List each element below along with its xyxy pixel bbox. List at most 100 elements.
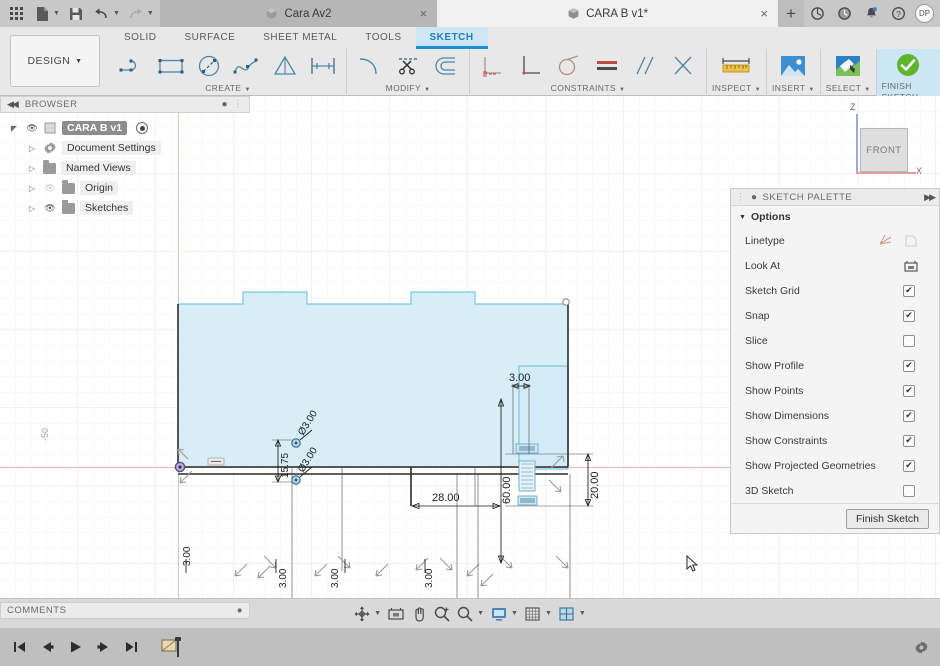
view-cube[interactable]: Z X FRONT — [836, 102, 924, 184]
snap-checkbox[interactable] — [903, 309, 915, 322]
panel-options-icon[interactable]: ● — [237, 605, 243, 616]
browser-item-origin[interactable]: ▷ 👁 Origin — [8, 178, 250, 198]
visibility-eye-icon[interactable]: 👁 — [43, 203, 57, 214]
expand-right-icon[interactable]: ▶▶ — [924, 192, 936, 203]
undo-icon[interactable] — [90, 2, 114, 26]
mirror-icon[interactable] — [267, 50, 303, 82]
fit-icon[interactable] — [454, 603, 476, 625]
coincident-icon[interactable] — [665, 50, 701, 82]
expand-arrow-icon[interactable]: ▷ — [26, 164, 38, 173]
viewports-dropdown-caret[interactable]: ▼ — [579, 610, 586, 617]
panel-label-create[interactable]: CREATE ▼ — [205, 83, 251, 96]
new-document-icon[interactable] — [30, 2, 54, 26]
redo-icon[interactable] — [124, 2, 148, 26]
gear-icon[interactable] — [910, 636, 932, 658]
browser-resize-grip[interactable]: ⋮ — [233, 99, 243, 110]
panel-label-modify[interactable]: MODIFY ▼ — [386, 83, 431, 96]
pan-icon[interactable] — [408, 603, 430, 625]
display-settings-dropdown-caret[interactable]: ▼ — [511, 610, 518, 617]
palette-section-options[interactable]: ▼ Options — [731, 206, 939, 228]
sketch-feature-icon[interactable] — [158, 634, 188, 660]
show-projected-geometries-checkbox[interactable] — [903, 459, 915, 472]
display-settings-icon[interactable] — [488, 603, 510, 625]
document-tab-cara-av2[interactable]: Cara Av2 × — [159, 0, 438, 27]
tab-solid[interactable]: SOLID — [110, 27, 171, 49]
tab-tools[interactable]: TOOLS — [351, 27, 415, 49]
expand-arrow-icon[interactable]: ▷ — [26, 184, 38, 193]
document-tab-cara-b-v1[interactable]: CARA B v1* × — [437, 0, 778, 27]
finish-sketch-button[interactable]: Finish Sketch — [845, 508, 929, 529]
collapse-left-icon[interactable]: ◀◀ — [7, 99, 19, 110]
measure-icon[interactable] — [716, 50, 756, 82]
avatar[interactable]: DP — [915, 4, 934, 23]
offset-icon[interactable] — [428, 50, 464, 82]
circle-icon[interactable] — [191, 50, 227, 82]
viewports-icon[interactable] — [556, 603, 578, 625]
show-points-checkbox[interactable] — [903, 384, 915, 397]
notifications-icon[interactable] — [858, 2, 884, 26]
construction-line-icon[interactable] — [878, 234, 894, 248]
tangent-icon[interactable] — [551, 50, 587, 82]
panel-options-icon[interactable]: ● — [221, 99, 228, 110]
show-dimensions-checkbox[interactable] — [903, 409, 915, 422]
look-at-icon[interactable] — [385, 603, 407, 625]
play-icon[interactable] — [64, 635, 86, 659]
palette-resize-grip[interactable]: ⋮ — [736, 192, 746, 203]
new-document-dropdown-caret[interactable]: ▼ — [53, 10, 60, 17]
project-icon[interactable] — [475, 50, 511, 82]
look-at-icon[interactable] — [903, 259, 919, 273]
finish-sketch-check-icon[interactable] — [888, 49, 928, 81]
step-back-icon[interactable] — [36, 635, 58, 659]
orbit-icon[interactable] — [351, 603, 373, 625]
show-profile-checkbox[interactable] — [903, 359, 915, 372]
equal-icon[interactable] — [589, 50, 625, 82]
close-tab-icon[interactable]: × — [760, 7, 768, 20]
spline-icon[interactable] — [229, 50, 265, 82]
3d-sketch-checkbox[interactable] — [903, 484, 915, 497]
comments-panel[interactable]: COMMENTS ● — [0, 602, 250, 619]
sketch-grid-checkbox[interactable] — [903, 284, 915, 297]
tab-sketch[interactable]: SKETCH — [415, 27, 488, 49]
select-icon[interactable] — [828, 50, 868, 82]
new-tab-button[interactable]: + — [778, 0, 804, 27]
grid-apps-icon[interactable] — [4, 2, 28, 26]
visibility-eye-icon[interactable]: 👁 — [43, 183, 57, 194]
panel-label-select[interactable]: SELECT ▼ — [826, 83, 871, 96]
undo-dropdown-caret[interactable]: ▼ — [113, 10, 120, 17]
line-icon[interactable] — [115, 50, 151, 82]
rectangular-pattern-icon[interactable] — [305, 50, 341, 82]
tab-sheet-metal[interactable]: SHEET METAL — [249, 27, 351, 49]
visibility-eye-icon[interactable]: 👁 — [25, 123, 39, 134]
centerline-icon[interactable] — [903, 234, 919, 248]
browser-item-document-settings[interactable]: ▷ Document Settings — [8, 138, 250, 158]
grid-snaps-dropdown-caret[interactable]: ▼ — [545, 610, 552, 617]
fit-dropdown-caret[interactable]: ▼ — [477, 610, 484, 617]
viewcube-front-face[interactable]: FRONT — [860, 128, 908, 172]
browser-item-cara-b-v1[interactable]: ◤ 👁 CARA B v1 — [8, 118, 250, 138]
refresh-icon[interactable] — [804, 2, 830, 26]
insert-image-icon[interactable] — [773, 50, 813, 82]
grid-snaps-icon[interactable] — [522, 603, 544, 625]
workspace-switcher-design[interactable]: DESIGN ▼ — [10, 35, 100, 87]
step-forward-icon[interactable] — [92, 635, 114, 659]
redo-dropdown-caret[interactable]: ▼ — [147, 10, 154, 17]
zoom-icon[interactable] — [431, 603, 453, 625]
fillet-icon[interactable] — [352, 50, 388, 82]
panel-label-insert[interactable]: INSERT ▼ — [772, 83, 815, 96]
expand-arrow-icon[interactable]: ▷ — [26, 204, 38, 213]
close-tab-icon[interactable]: × — [420, 7, 428, 20]
panel-options-icon[interactable]: ● — [751, 192, 758, 203]
browser-item-sketches[interactable]: ▷ 👁 Sketches — [8, 198, 250, 218]
browser-item-named-views[interactable]: ▷ Named Views — [8, 158, 250, 178]
orbit-dropdown-caret[interactable]: ▼ — [374, 610, 381, 617]
expand-arrow-icon[interactable]: ◤ — [8, 124, 20, 133]
show-constraints-checkbox[interactable] — [903, 434, 915, 447]
save-icon[interactable] — [64, 2, 88, 26]
go-to-beginning-icon[interactable] — [8, 635, 30, 659]
recent-icon[interactable] — [831, 2, 857, 26]
expand-arrow-icon[interactable]: ▷ — [26, 144, 38, 153]
panel-label-inspect[interactable]: INSPECT ▼ — [712, 83, 761, 96]
rectangle-icon[interactable] — [153, 50, 189, 82]
parallel-icon[interactable] — [627, 50, 663, 82]
perpendicular-icon[interactable] — [513, 50, 549, 82]
